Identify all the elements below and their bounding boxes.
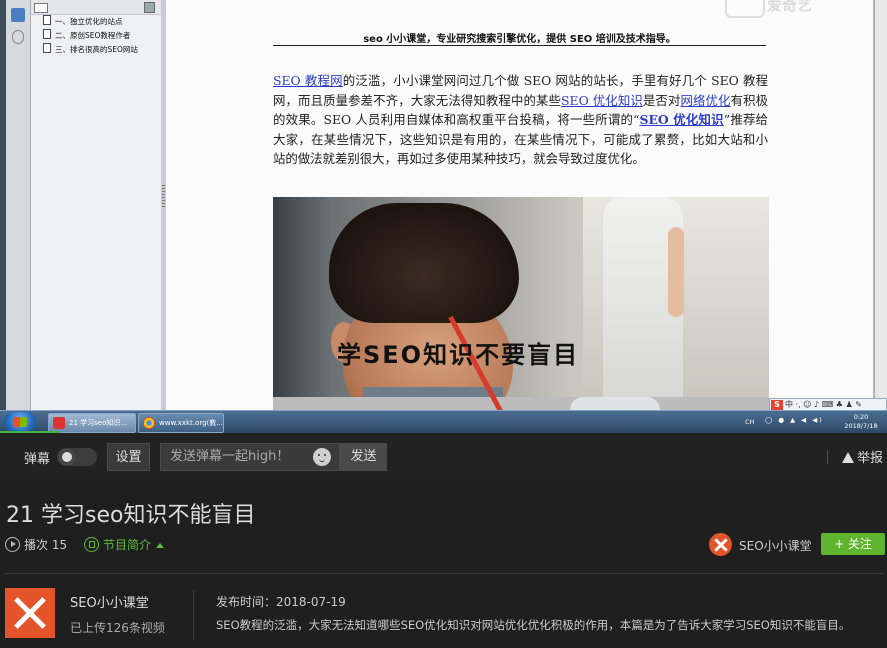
link-seo-knowledge-2[interactable]: SEO 优化知识 (640, 112, 724, 127)
page-icon (43, 15, 51, 25)
video-description: SEO教程的泛滥，大家无法知道哪些SEO优化知识对网站优化优化积极的作用，本篇是… (216, 618, 851, 632)
sogou-logo-icon: S (771, 400, 783, 410)
expand-icon[interactable] (144, 2, 155, 13)
pdf-icon (53, 417, 65, 429)
bookmark-icon[interactable] (11, 8, 25, 22)
start-button[interactable] (4, 412, 36, 432)
attachment-icon[interactable] (12, 30, 24, 44)
pdf-sidebar-icons (6, 0, 31, 410)
follow-button[interactable]: + 关注 (821, 533, 885, 555)
play-count: 播次 15 (5, 536, 67, 553)
taskbar-item-pdf[interactable]: 21 学习seo知识... (48, 413, 136, 433)
tray-icons[interactable]: ◯ ● ▲ ◀ ◀) (765, 416, 824, 424)
channel-name[interactable]: SEO小小课堂 (70, 592, 149, 611)
splitter-grip[interactable] (162, 185, 165, 209)
windows-logo-icon (13, 417, 27, 427)
divider (5, 573, 885, 574)
language-indicator[interactable]: CH (745, 418, 754, 426)
toggle-knob (59, 449, 75, 465)
page-header: seo 小小课堂，专业研究搜索引擎优化，提供 SEO 培训及技术指导。 (363, 34, 676, 45)
settings-button[interactable]: 设置 (107, 443, 150, 471)
header-rule (273, 45, 766, 46)
video-title: 21 学习seo知识不能盲目 (6, 503, 256, 528)
send-button[interactable]: 发送 (340, 443, 387, 471)
danmu-label: 弹幕 (24, 452, 51, 467)
body-paragraph: SEO 教程网的泛滥，小小课堂网问过几个做 SEO 网站的站长，手里有好几个 S… (273, 73, 769, 166)
divider (193, 590, 194, 640)
warning-icon (842, 452, 854, 463)
chevron-up-icon (156, 543, 165, 548)
bookmark-item[interactable]: 一、独立优化的站点 (31, 15, 161, 29)
taskbar: 21 学习seo知识... www.xxkt.org(教... CH ◯ ● ▲… (0, 410, 887, 433)
intro-toggle[interactable]: 节目简介 (84, 536, 165, 553)
bookmark-item[interactable]: 二、原创SEO教程作者 (31, 29, 161, 43)
chrome-icon (143, 417, 155, 429)
publish-date: 发布时间：2018-07-19 (216, 595, 346, 609)
bookmark-item[interactable]: 三、排名很高的SEO网站 (31, 43, 161, 57)
clock[interactable]: 0:20 2018/7/18 (839, 413, 883, 431)
report-button[interactable]: 举报 (842, 447, 883, 466)
illustration-photo (273, 197, 769, 410)
watermark-logo (725, 0, 765, 18)
channel-avatar[interactable] (5, 588, 55, 638)
bookmark-toolbar (31, 0, 161, 15)
channel-name-link[interactable]: SEO小小课堂 (739, 537, 812, 554)
danmu-toggle[interactable] (57, 448, 97, 466)
play-icon (5, 537, 20, 552)
intro-icon (84, 537, 99, 552)
upload-count: 已上传126条视频 (70, 621, 165, 635)
bookmark-panel: 一、独立优化的站点 二、原创SEO教程作者 三、排名很高的SEO网站 (31, 0, 161, 410)
divider (827, 450, 828, 464)
document-scrollbar[interactable] (874, 0, 887, 410)
taskbar-item-browser[interactable]: www.xxkt.org(教... (138, 413, 224, 433)
link-seo-tutorial[interactable]: SEO 教程网 (273, 73, 343, 88)
link-seo-knowledge[interactable]: SEO 优化知识 (561, 93, 643, 108)
iqiyi-watermark: 爱奇艺 (725, 0, 835, 18)
link-web-optimization[interactable]: 网络优化 (680, 93, 730, 108)
page-icon (43, 29, 51, 39)
page-icon (43, 43, 51, 53)
options-icon[interactable] (34, 3, 48, 13)
video-player[interactable]: 一、独立优化的站点 二、原创SEO教程作者 三、排名很高的SEO网站 seo 小… (0, 0, 887, 433)
image-overlay-title: 学SEO知识不要盲目 (337, 341, 580, 369)
channel-avatar-small[interactable] (709, 533, 732, 556)
emoji-icon[interactable] (313, 448, 331, 466)
danmu-control-bar: 弹幕 设置 发送弹幕一起high！ 发送 举报 (0, 433, 887, 480)
